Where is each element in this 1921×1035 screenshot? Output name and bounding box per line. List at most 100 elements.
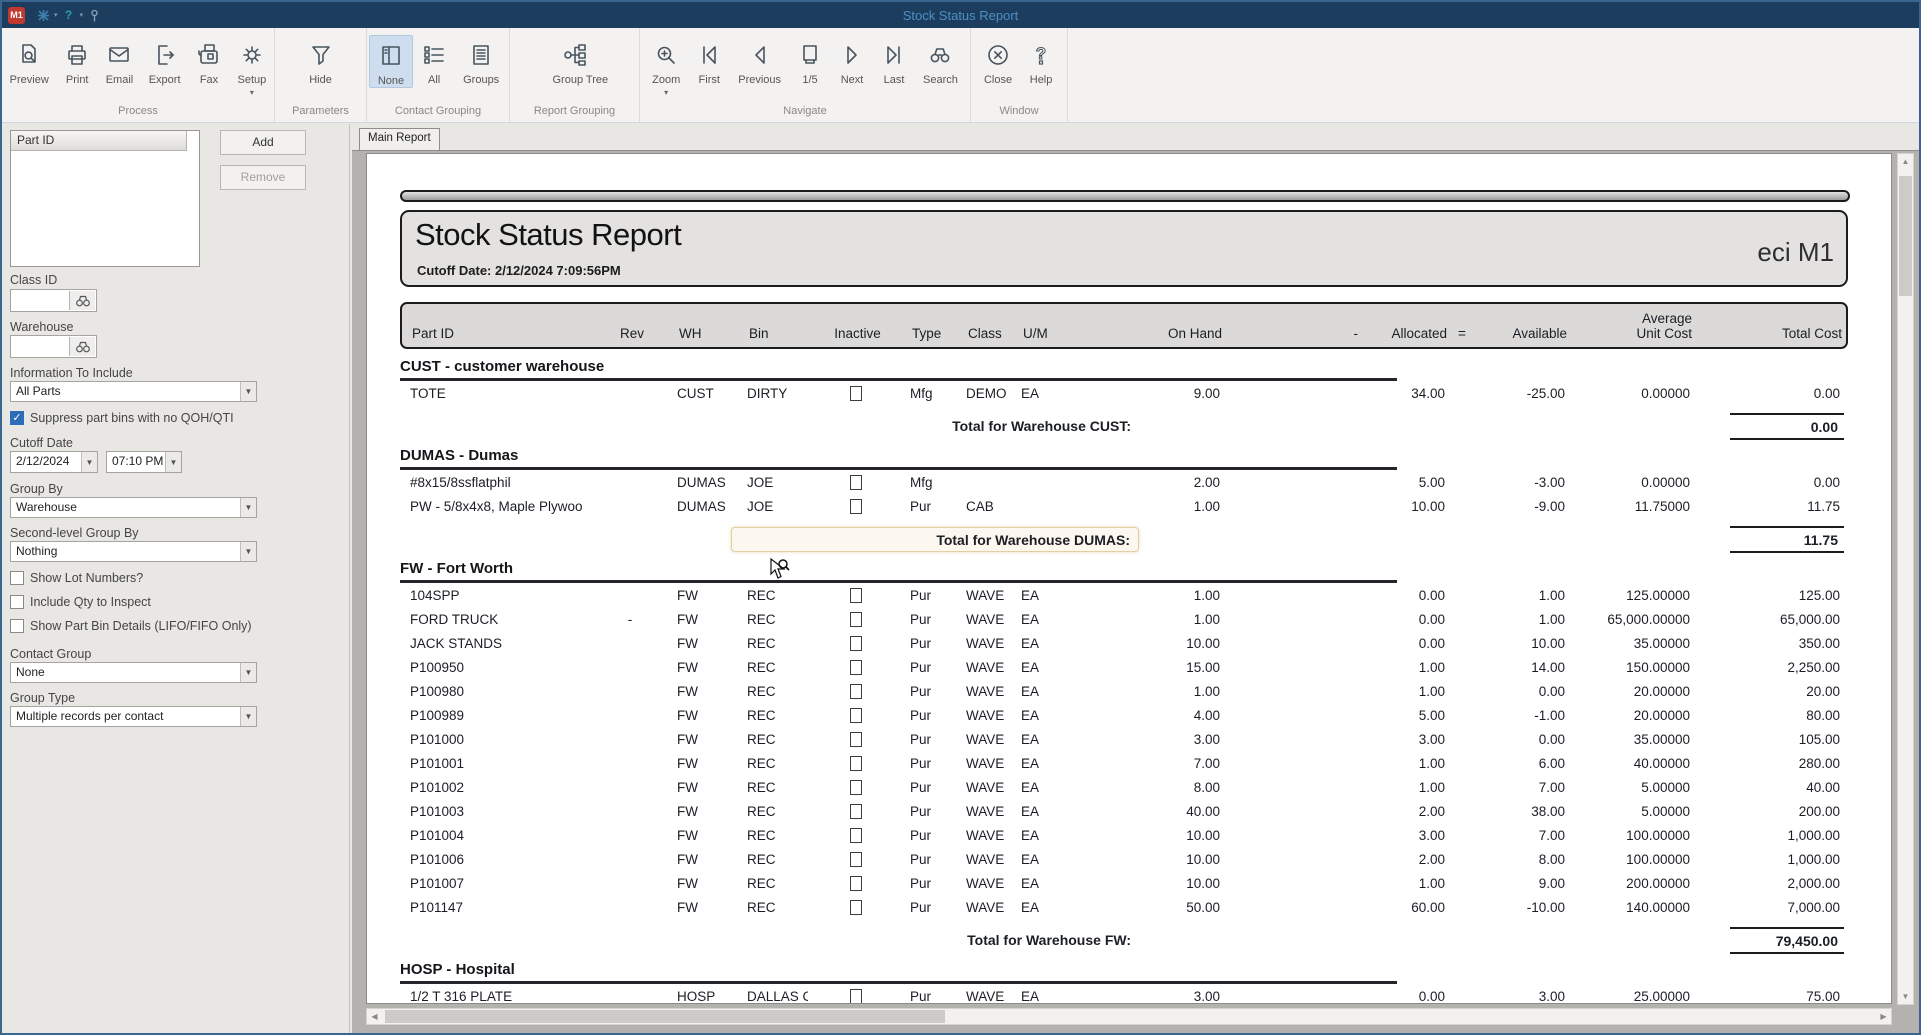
include-qty-checkbox[interactable]: Include Qty to Inspect [10,595,151,609]
inactive-checkbox[interactable] [850,780,862,795]
cell-part: P101007 [400,876,600,891]
first-button[interactable]: First [688,35,730,86]
setup-button[interactable]: Setup ▾ [230,35,274,97]
hide-button[interactable]: Hide [300,35,342,86]
inactive-checkbox[interactable] [850,804,862,819]
inactive-checkbox[interactable] [850,499,862,514]
group-tree-button[interactable]: Group Tree [545,35,605,86]
checkbox-icon[interactable] [10,619,24,633]
setup-dropdown-caret-icon[interactable]: ▾ [250,88,254,97]
none-button[interactable]: None [369,35,413,88]
group-type-select[interactable]: Multiple records per contact▼ [10,706,257,727]
class-id-lookup-button[interactable] [69,291,95,310]
inactive-checkbox[interactable] [850,660,862,675]
info-to-include-select[interactable]: All Parts▼ [10,381,257,402]
chevron-down-icon[interactable]: ▼ [240,382,256,401]
group-by-select[interactable]: Warehouse▼ [10,497,257,518]
inactive-checkbox[interactable] [850,475,862,490]
zoom-button[interactable]: Zoom ▾ [644,35,688,97]
scroll-down-icon[interactable]: ▼ [1898,989,1913,1004]
fax-button[interactable]: Fax [188,35,230,86]
chevron-down-icon[interactable]: ▼ [81,452,97,472]
remove-button[interactable]: Remove [220,165,306,190]
next-button[interactable]: Next [831,35,873,86]
all-button[interactable]: All [413,35,455,86]
cell-total_cost: 80.00 [1690,708,1848,723]
chevron-down-icon[interactable]: ▼ [240,663,256,682]
scroll-up-icon[interactable]: ▲ [1898,154,1913,169]
ribbon-group-process: Preview Print Email Export Fax [2,28,275,122]
checkbox-icon[interactable] [10,571,24,585]
vertical-scrollbar[interactable]: ▲ ▼ [1897,153,1914,1005]
cell-type: Pur [903,804,963,819]
cell-total_cost: 20.00 [1690,684,1848,699]
chevron-down-icon[interactable]: ▼ [240,542,256,561]
report-row: P101000FWRECPurWAVEEA3.003.000.0035.0000… [400,727,1848,751]
show-lot-numbers-checkbox[interactable]: Show Lot Numbers? [10,571,143,585]
groups-button[interactable]: Groups [455,35,507,86]
close-button[interactable]: Close [976,35,1020,86]
horizontal-scrollbar[interactable]: ◀ ▶ [366,1008,1892,1025]
cell-wh: FW [660,900,728,915]
warehouse-input[interactable] [10,335,97,358]
previous-button[interactable]: Previous [730,35,789,86]
inactive-checkbox[interactable] [850,684,862,699]
checkbox-icon[interactable] [10,595,24,609]
cell-unit_cost: 125.00000 [1565,588,1690,603]
cell-on_hand: 9.00 [1075,386,1220,401]
cutoff-date-picker[interactable]: 2/12/2024▼ [10,451,98,473]
hscroll-thumb[interactable] [385,1010,945,1023]
class-id-input[interactable] [10,289,97,312]
cell-inactive [808,707,903,723]
add-button[interactable]: Add [220,130,306,155]
tab-main-report[interactable]: Main Report [359,128,440,150]
cell-available: 7.00 [1475,780,1565,795]
scroll-right-icon[interactable]: ▶ [1876,1009,1891,1024]
warehouse-total-row: Total for Warehouse FW:79,450.00 [400,927,1848,953]
export-button[interactable]: Export [141,35,188,86]
report-page: Stock Status Report Cutoff Date: 2/12/20… [366,153,1892,1004]
inactive-checkbox[interactable] [850,708,862,723]
second-group-by-select[interactable]: Nothing▼ [10,541,257,562]
email-button[interactable]: Email [98,35,141,86]
part-id-list[interactable]: Part ID [10,130,200,267]
show-part-bin-details-checkbox[interactable]: Show Part Bin Details (LIFO/FIFO Only) [10,619,252,633]
inactive-checkbox[interactable] [850,900,862,915]
search-button[interactable]: Search [915,35,966,86]
checkbox-checked-icon[interactable]: ✓ [10,411,24,425]
inactive-checkbox[interactable] [850,612,862,627]
help-button[interactable]: ? Help [1020,35,1062,86]
cell-inactive [808,659,903,675]
page-indicator[interactable]: 1/5 [789,35,831,86]
chevron-down-icon[interactable]: ▼ [240,707,256,726]
chevron-down-icon[interactable]: ▼ [240,498,256,517]
inactive-checkbox[interactable] [850,732,862,747]
inactive-checkbox[interactable] [850,989,862,1004]
inactive-checkbox[interactable] [850,756,862,771]
inactive-checkbox[interactable] [850,386,862,401]
warehouse-lookup-button[interactable] [69,337,95,356]
last-button[interactable]: Last [873,35,915,86]
cell-total_cost: 200.00 [1690,804,1848,819]
group-by-label: Group By [10,482,63,496]
cutoff-time-picker[interactable]: 07:10 PM▼ [106,451,182,473]
vscroll-thumb[interactable] [1899,176,1912,296]
cell-on_hand: 8.00 [1075,780,1220,795]
scroll-left-icon[interactable]: ◀ [367,1009,382,1024]
suppress-bins-checkbox[interactable]: ✓ Suppress part bins with no QOH/QTI [10,411,234,425]
chevron-down-icon[interactable]: ▼ [165,452,181,472]
inactive-checkbox[interactable] [850,852,862,867]
warehouse-total-label: Total for Warehouse DUMAS: [731,527,1139,552]
col-header-total-cost: Total Cost [1692,326,1850,341]
inactive-checkbox[interactable] [850,876,862,891]
part-id-list-header[interactable]: Part ID [11,131,187,151]
preview-button[interactable]: Preview [2,35,56,86]
zoom-dropdown-caret-icon[interactable]: ▾ [664,88,668,97]
inactive-checkbox[interactable] [850,828,862,843]
inactive-checkbox[interactable] [850,636,862,651]
print-button[interactable]: Print [56,35,98,86]
inactive-checkbox[interactable] [850,588,862,603]
cell-wh: FW [660,804,728,819]
contact-group-select[interactable]: None▼ [10,662,257,683]
cell-allocated: 0.00 [1360,636,1445,651]
